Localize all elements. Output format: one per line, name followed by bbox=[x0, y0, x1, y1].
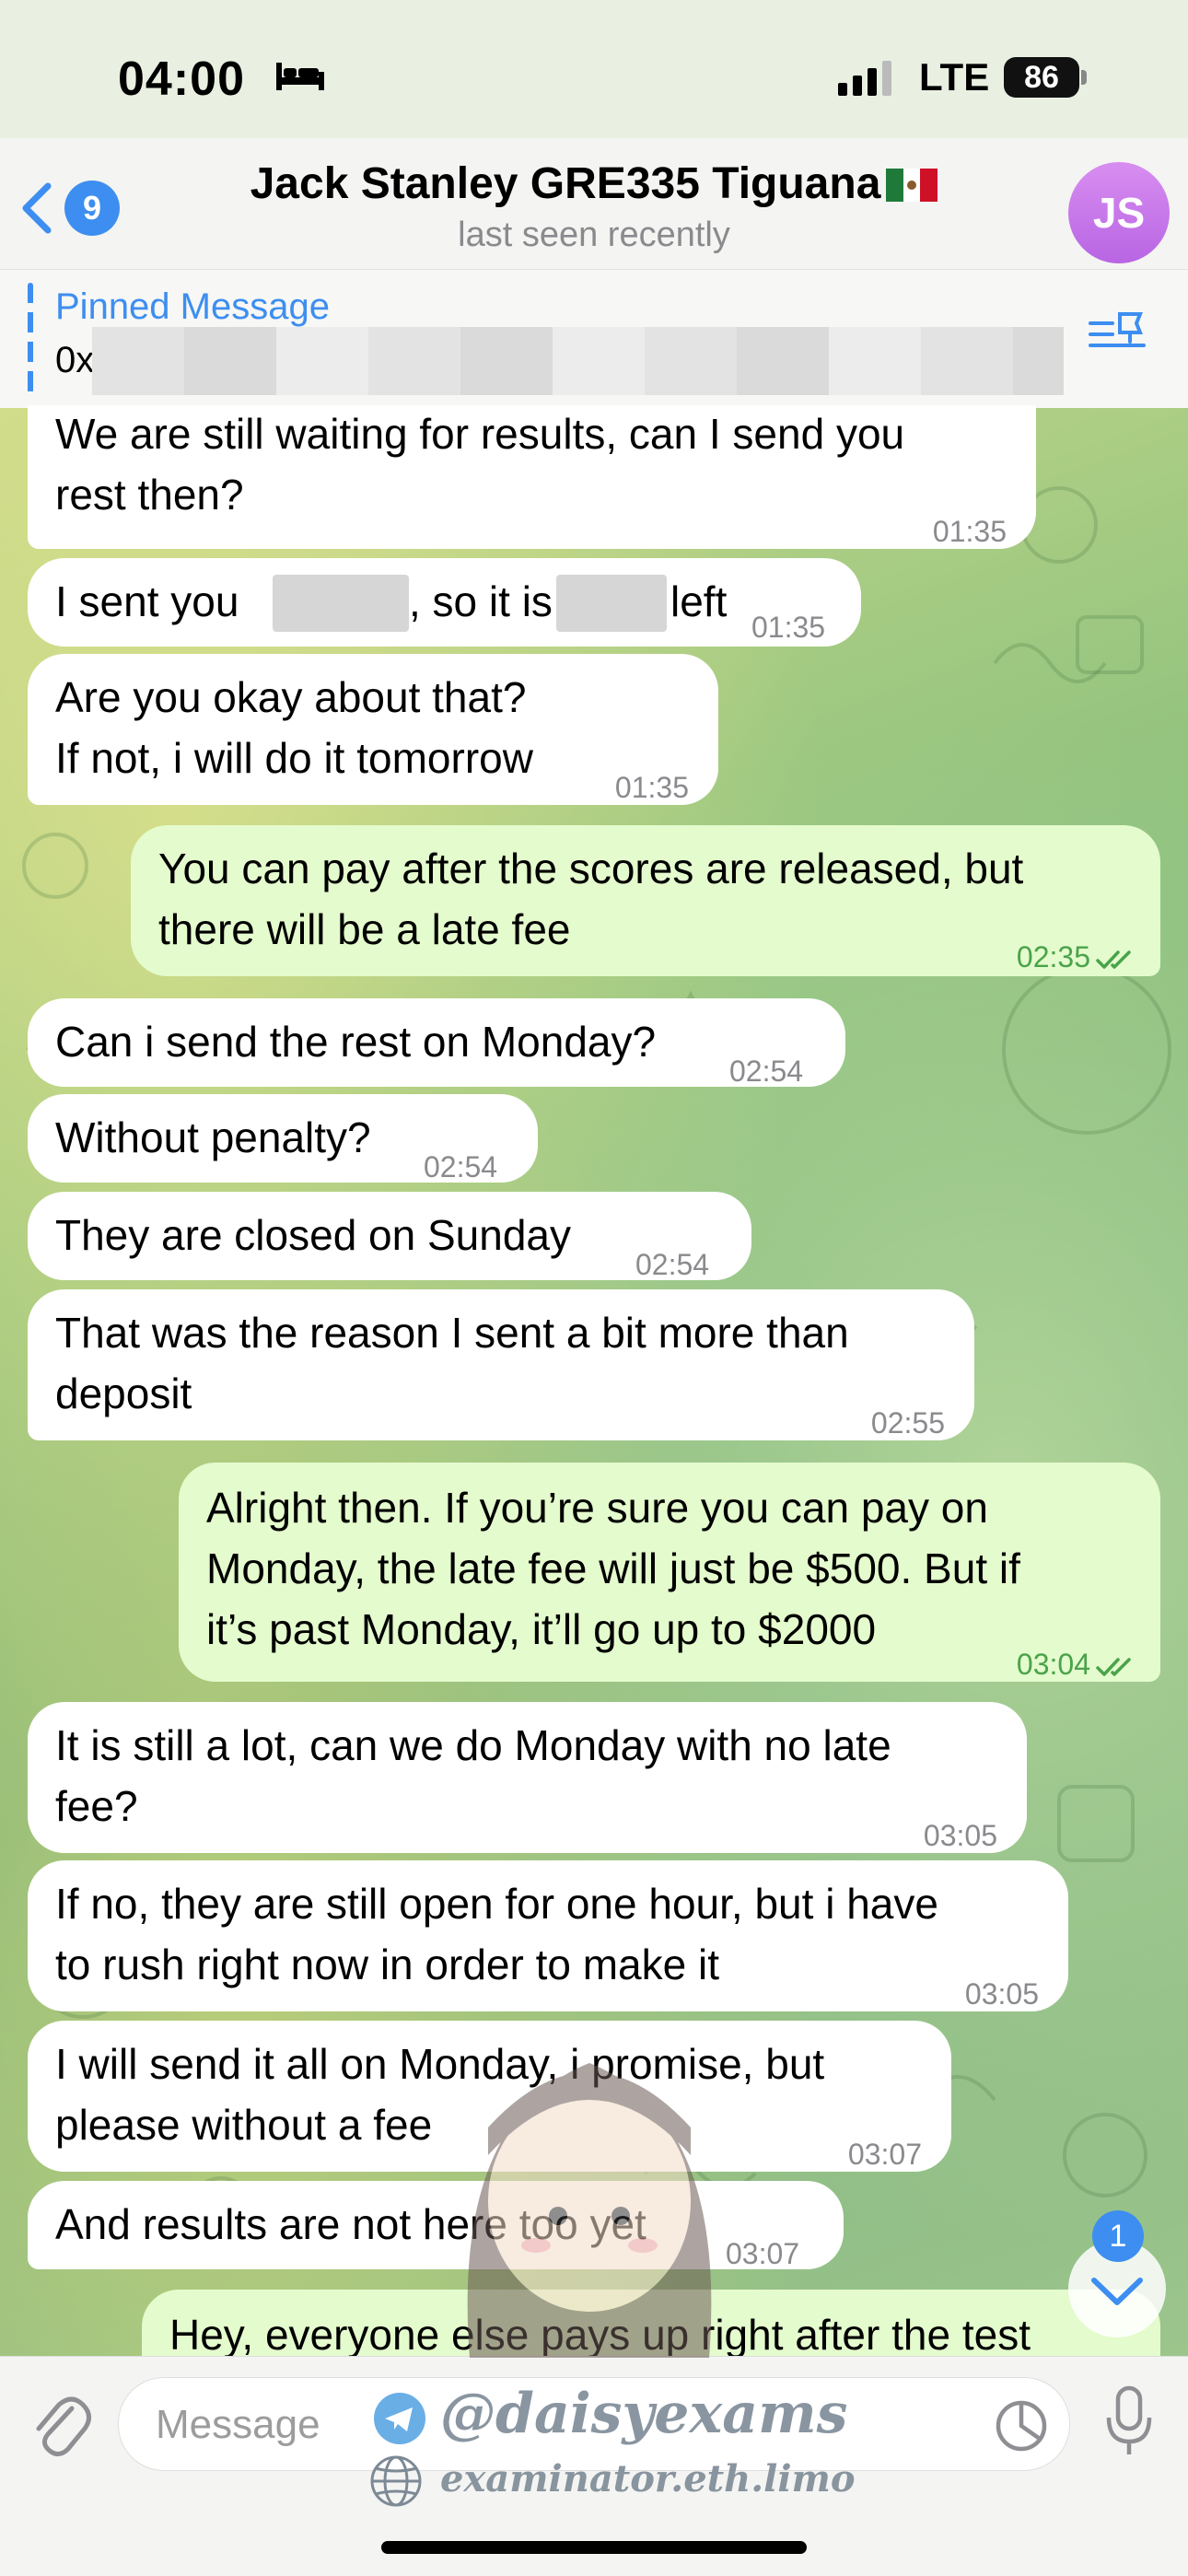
message-bubble-incoming[interactable]: We are still waiting for results, can I … bbox=[28, 405, 1036, 549]
amount-redaction bbox=[273, 575, 409, 632]
mexico-flag-icon bbox=[886, 169, 938, 202]
message-time: 02:54 bbox=[635, 1248, 710, 1281]
telegram-icon bbox=[374, 2393, 425, 2444]
message-bubble-incoming[interactable]: If no, they are still open for one hour,… bbox=[28, 1860, 1068, 2011]
attach-icon[interactable] bbox=[28, 2386, 92, 2460]
bed-icon bbox=[276, 63, 324, 90]
message-bubble-outgoing[interactable]: Alright then. If you’re sure you can pay… bbox=[179, 1463, 1160, 1682]
message-time: 02:54 bbox=[729, 1055, 804, 1088]
message-time: 02:54 bbox=[424, 1150, 498, 1183]
double-check-icon bbox=[1096, 1657, 1131, 1676]
message-time: 02:55 bbox=[870, 1406, 945, 1440]
message-text: They are closed on Sunday bbox=[55, 1211, 572, 1259]
pin-list-icon[interactable] bbox=[1087, 310, 1147, 356]
battery-cap bbox=[1081, 70, 1087, 85]
chat-title[interactable]: Jack Stanley GRE335 Tiguana bbox=[0, 158, 1188, 209]
message-bubble-incoming[interactable]: Without penalty? 02:54 bbox=[28, 1094, 538, 1183]
chat-header: 9 Jack Stanley GRE335 Tiguana last seen … bbox=[0, 138, 1188, 269]
network-type: LTE bbox=[919, 55, 990, 99]
pinned-message-bar[interactable]: Pinned Message 0x bbox=[0, 269, 1188, 408]
message-bubble-incoming[interactable]: I sent you , so it is left 01:35 bbox=[28, 558, 861, 647]
message-text: Are you okay about that? If not, i will … bbox=[55, 673, 533, 782]
message-bubble-incoming[interactable]: Are you okay about that? If not, i will … bbox=[28, 654, 718, 805]
battery-level: 86 bbox=[1004, 57, 1079, 98]
signal-icon bbox=[838, 61, 891, 96]
message-input-placeholder: Message bbox=[156, 2402, 320, 2447]
status-time: 04:00 bbox=[118, 52, 245, 106]
double-check-icon bbox=[1096, 950, 1131, 969]
chat-title-text: Jack Stanley GRE335 Tiguana bbox=[250, 159, 881, 208]
amount-redaction bbox=[556, 575, 667, 632]
message-time: 03:04 bbox=[1016, 1648, 1090, 1681]
mic-icon[interactable] bbox=[1101, 2384, 1157, 2458]
watermark-handle: @daisyexams bbox=[440, 2382, 848, 2446]
message-text-part: left bbox=[670, 577, 728, 625]
chat-status: last seen recently bbox=[458, 216, 730, 254]
message-time: 03:05 bbox=[923, 1819, 997, 1852]
message-text: Alright then. If you’re sure you can pay… bbox=[206, 1484, 1020, 1653]
message-text: You can pay after the scores are release… bbox=[158, 845, 1024, 953]
watermark-mascot bbox=[467, 2063, 712, 2358]
message-bubble-outgoing[interactable]: You can pay after the scores are release… bbox=[131, 825, 1160, 976]
message-time: 01:35 bbox=[614, 771, 689, 804]
sticker-icon[interactable] bbox=[994, 2398, 1049, 2454]
message-text-part: I sent you bbox=[55, 577, 239, 625]
watermark-url: examinator.eth.limo bbox=[440, 2457, 856, 2500]
message-time: 01:35 bbox=[751, 611, 826, 644]
message-time: 03:07 bbox=[847, 2138, 922, 2171]
message-bubble-incoming[interactable]: Can i send the rest on Monday? 02:54 bbox=[28, 998, 845, 1088]
message-bubble-incoming[interactable]: It is still a lot, can we do Monday with… bbox=[28, 1702, 1027, 1853]
home-indicator bbox=[381, 2541, 807, 2554]
message-text: That was the reason I sent a bit more th… bbox=[55, 1309, 849, 1417]
message-text: Can i send the rest on Monday? bbox=[55, 1018, 657, 1066]
pinned-redaction bbox=[92, 327, 1064, 395]
message-text: Without penalty? bbox=[55, 1113, 371, 1161]
message-text: We are still waiting for results, can I … bbox=[55, 410, 905, 519]
avatar[interactable]: JS bbox=[1068, 162, 1170, 263]
message-text-part: , so it is bbox=[409, 577, 553, 625]
pinned-label: Pinned Message bbox=[55, 286, 330, 327]
message-time: 03:05 bbox=[964, 1977, 1039, 2011]
message-time: 02:35 bbox=[1016, 940, 1090, 973]
message-time: 01:35 bbox=[932, 515, 1007, 548]
status-bar: 04:00 LTE 86 bbox=[0, 0, 1188, 157]
message-text: If no, they are still open for one hour,… bbox=[55, 1880, 938, 1988]
pinned-indicator bbox=[28, 283, 33, 399]
message-bubble-incoming[interactable]: That was the reason I sent a bit more th… bbox=[28, 1289, 974, 1440]
globe-icon bbox=[370, 2455, 422, 2507]
new-messages-badge: 1 bbox=[1092, 2210, 1144, 2262]
pinned-text: 0x bbox=[55, 340, 95, 380]
message-bubble-incoming[interactable]: They are closed on Sunday 02:54 bbox=[28, 1192, 751, 1281]
message-text: It is still a lot, can we do Monday with… bbox=[55, 1721, 891, 1830]
